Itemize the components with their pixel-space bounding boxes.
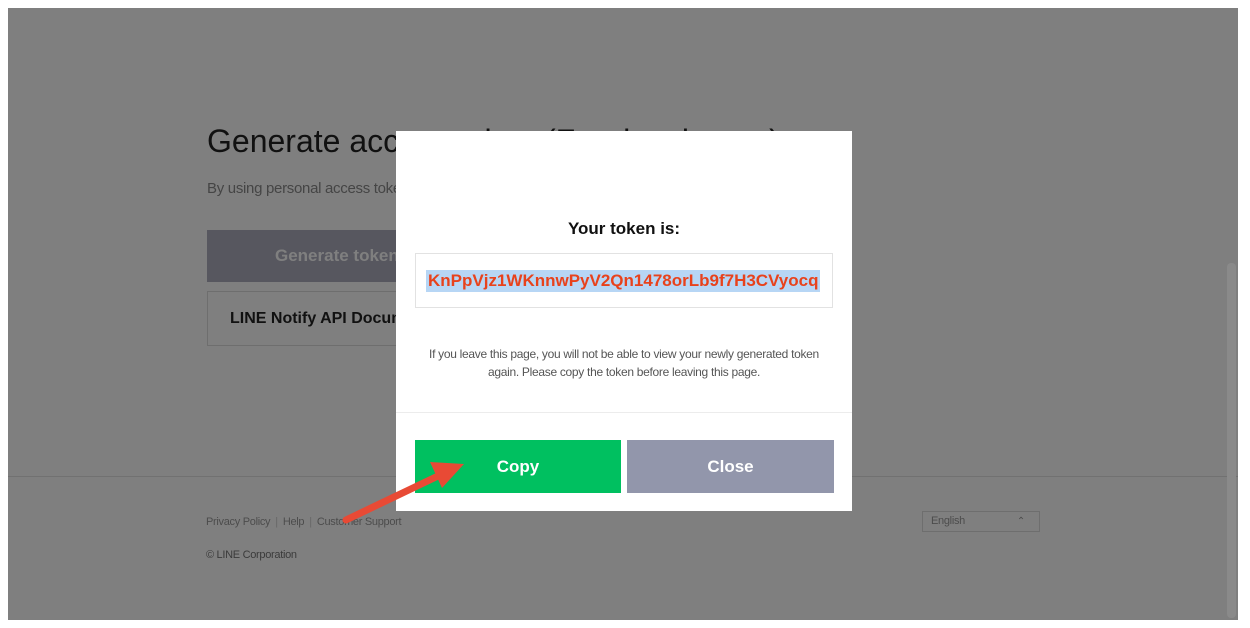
token-field[interactable]: KnPpVjz1WKnnwPyV2Qn1478orLb9f7H3CVyocq: [415, 253, 833, 308]
close-button[interactable]: Close: [627, 440, 834, 493]
arrow-annotation-icon: [342, 462, 464, 524]
token-warning: If you leave this page, you will not be …: [429, 347, 819, 379]
token-value[interactable]: KnPpVjz1WKnnwPyV2Qn1478orLb9f7H3CVyocq: [426, 270, 821, 292]
modal-title: Your token is:: [567, 219, 681, 238]
modal-divider: [396, 412, 852, 413]
scrollbar[interactable]: [1227, 263, 1236, 618]
page: Generate access token (For developers) B…: [8, 8, 1238, 620]
